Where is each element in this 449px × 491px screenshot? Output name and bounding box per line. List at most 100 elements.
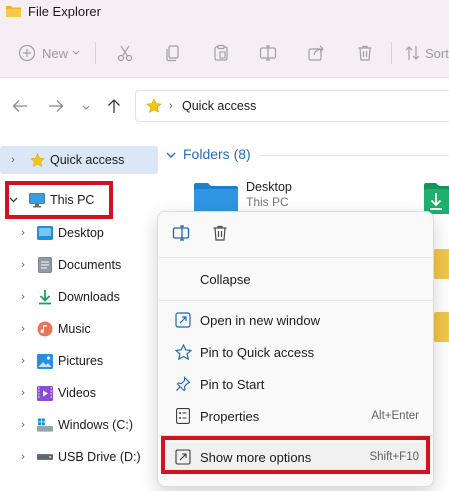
sidebar-item-label: Videos [58, 386, 96, 400]
properties-icon [174, 407, 192, 425]
chevron-right-icon[interactable]: › [18, 419, 28, 431]
sidebar-item-label: Documents [58, 258, 122, 272]
trash-icon [356, 44, 374, 62]
folder-location: This PC [246, 195, 289, 209]
folder-name: Desktop [246, 180, 292, 194]
menu-item-label: Pin to Start [200, 376, 265, 392]
clipboard-icon [212, 44, 230, 62]
pin-icon [174, 375, 192, 393]
rename-button[interactable] [259, 42, 277, 64]
sidebar-item-documents[interactable]: › Documents [0, 251, 158, 279]
cut-button[interactable] [116, 42, 134, 64]
chevron-right-icon[interactable]: › [18, 291, 28, 303]
recent-locations-button[interactable] [77, 98, 95, 116]
copy-icon [164, 44, 182, 62]
rename-icon [172, 224, 190, 245]
videos-icon [37, 385, 53, 401]
back-button[interactable] [11, 98, 29, 116]
chevron-right-icon[interactable]: › [18, 451, 28, 463]
windows-drive-icon [37, 417, 53, 433]
menu-item-pin-to-quick-access[interactable]: Pin to Quick access [162, 337, 431, 367]
rename-icon [259, 44, 277, 62]
up-button[interactable] [105, 98, 123, 116]
context-menu-quick-actions [158, 212, 435, 258]
sort-label: Sort [425, 45, 449, 61]
copy-button[interactable] [164, 42, 182, 64]
star-outline-icon [174, 343, 192, 361]
menu-item-label: Open in new window [200, 312, 320, 328]
sort-icon [405, 44, 421, 62]
download-icon [37, 289, 53, 305]
chevron-right-icon[interactable]: › [18, 387, 28, 399]
chevron-right-icon[interactable]: › [18, 227, 28, 239]
star-icon [29, 152, 45, 168]
toolbar-divider [391, 42, 392, 64]
trash-icon [211, 224, 229, 245]
menu-item-shortcut: Alt+Enter [371, 410, 419, 422]
rename-button[interactable] [171, 224, 191, 244]
chevron-right-icon[interactable]: › [18, 355, 28, 367]
pictures-icon [37, 353, 53, 369]
sidebar-item-label: USB Drive (D:) [58, 450, 141, 464]
delete-button[interactable] [356, 42, 374, 64]
sidebar-item-videos[interactable]: › Videos [0, 379, 158, 407]
folder-tile-desktop[interactable]: Desktop This PC [160, 134, 340, 214]
scissors-icon [116, 44, 134, 62]
menu-item-label: Pin to Quick access [200, 344, 315, 360]
sidebar-item-label: Music [58, 322, 91, 336]
sidebar-item-desktop[interactable]: › Desktop [0, 219, 158, 247]
sidebar-item-label: Downloads [58, 290, 120, 304]
open-new-window-icon [174, 311, 192, 329]
usb-drive-icon [37, 449, 53, 465]
sidebar-item-music[interactable]: › Music [0, 315, 158, 343]
chevron-right-icon[interactable]: › [8, 154, 18, 166]
share-icon [307, 44, 325, 62]
sidebar-item-usb-drive-d[interactable]: › USB Drive (D:) [0, 443, 158, 471]
arrow-right-icon [48, 99, 64, 116]
sidebar-item-pictures[interactable]: › Pictures [0, 347, 158, 375]
navigation-pane: › Quick access This PC › Desktop › Docum… [0, 134, 160, 491]
sidebar-item-downloads[interactable]: › Downloads [0, 283, 158, 311]
chevron-right-icon[interactable]: › [18, 323, 28, 335]
menu-separator [159, 257, 434, 258]
file-explorer-icon [6, 5, 21, 17]
arrow-left-icon [12, 99, 28, 116]
menu-separator [159, 300, 434, 301]
title-bar: File Explorer [0, 0, 449, 26]
sidebar-item-label: Pictures [58, 354, 104, 368]
new-button[interactable]: New [18, 42, 80, 64]
folder-icon [434, 312, 449, 342]
navigation-bar: › Quick access [0, 78, 449, 134]
share-button[interactable] [307, 42, 325, 64]
documents-icon [37, 257, 53, 273]
sidebar-item-quick-access[interactable]: › Quick access [0, 146, 158, 174]
paste-button[interactable] [212, 42, 230, 64]
address-bar[interactable]: › Quick access [135, 90, 449, 122]
menu-item-properties[interactable]: Properties Alt+Enter [162, 401, 431, 431]
sidebar-item-label: Quick access [50, 153, 125, 167]
sort-button[interactable]: Sort [405, 42, 449, 64]
chevron-right-icon: › [169, 100, 173, 112]
delete-button[interactable] [210, 224, 230, 244]
star-icon [146, 98, 162, 117]
menu-item-open-in-new-window[interactable]: Open in new window [162, 305, 431, 335]
desktop-folder-icon [37, 225, 53, 241]
chevron-down-icon [72, 50, 80, 56]
toolbar-divider [95, 42, 96, 64]
command-bar: New Sort [0, 26, 449, 78]
arrow-up-icon [107, 98, 121, 117]
highlight-box [5, 181, 113, 219]
forward-button[interactable] [47, 98, 65, 116]
plus-circle-icon [18, 44, 36, 62]
music-icon [37, 321, 53, 337]
menu-item-collapse[interactable]: Collapse [162, 264, 431, 294]
sidebar-item-windows-c[interactable]: › Windows (C:) [0, 411, 158, 439]
folder-icon [434, 249, 449, 279]
address-path: Quick access [182, 99, 257, 113]
chevron-right-icon[interactable]: › [18, 259, 28, 271]
sidebar-item-label: Windows (C:) [58, 418, 134, 432]
highlight-box [161, 436, 430, 474]
menu-item-label: Properties [200, 408, 260, 424]
menu-item-pin-to-start[interactable]: Pin to Start [162, 369, 431, 399]
menu-item-label: Collapse [200, 271, 251, 287]
